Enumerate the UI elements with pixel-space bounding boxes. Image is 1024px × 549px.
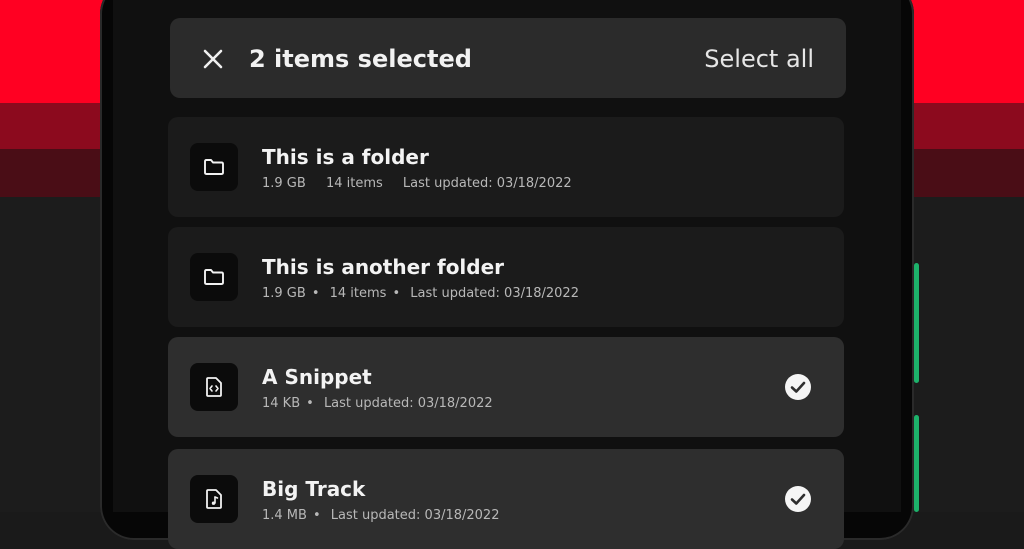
item-title: This is a folder <box>262 145 429 169</box>
meta-separator: • <box>306 396 314 411</box>
green-accent-bar <box>914 415 919 512</box>
check-circle-icon[interactable] <box>784 485 812 513</box>
item-size: 1.9 GB <box>262 176 306 191</box>
list-item-selected[interactable]: A Snippet 14 KB • Last updated: 03/18/202… <box>168 337 844 437</box>
item-meta: 1.9 GB 14 items Last updated: 03/18/2022 <box>262 175 588 193</box>
item-meta: 1.4 MB • Last updated: 03/18/2022 <box>262 507 515 525</box>
check-circle-icon[interactable] <box>784 373 812 401</box>
list-item-selected[interactable]: Big Track 1.4 MB • Last updated: 03/18/20… <box>168 449 844 549</box>
item-icon-container <box>190 363 238 411</box>
code-file-icon <box>206 377 222 397</box>
music-file-icon <box>206 489 222 509</box>
item-icon-container <box>190 143 238 191</box>
item-updated: Last updated: 03/18/2022 <box>410 286 579 301</box>
item-count: 14 items <box>325 176 383 191</box>
meta-separator: • <box>312 508 321 523</box>
green-accent-bar <box>914 263 919 383</box>
item-icon-container <box>190 475 238 523</box>
item-updated: Last updated: 03/18/2022 <box>402 176 572 191</box>
selected-count-label: 2 items selected <box>249 45 472 73</box>
select-all-button[interactable]: Select all <box>704 42 814 76</box>
item-title: Big Track <box>262 477 366 501</box>
list-item[interactable]: This is a folder 1.9 GB 14 items Last up… <box>168 117 844 217</box>
item-title: A Snippet <box>262 365 372 389</box>
folder-icon <box>204 269 224 285</box>
item-size: 1.9 GB <box>262 286 306 301</box>
item-meta: 1.9 GB • 14 items • Last updated: 03/18/20… <box>262 285 595 303</box>
item-size: 1.4 MB <box>262 508 307 523</box>
meta-separator: • <box>311 286 320 301</box>
item-updated: Last updated: 03/18/2022 <box>323 396 493 411</box>
item-size: 14 KB <box>262 396 301 411</box>
item-updated: Last updated: 03/18/2022 <box>330 508 500 523</box>
meta-separator: • <box>392 286 401 301</box>
close-icon[interactable] <box>200 46 226 72</box>
item-meta: 14 KB • Last updated: 03/18/2022 <box>262 395 509 413</box>
item-title: This is another folder <box>262 255 505 279</box>
folder-icon <box>204 159 224 175</box>
item-count: 14 items <box>329 286 387 301</box>
item-icon-container <box>190 253 238 301</box>
list-item[interactable]: This is another folder 1.9 GB • 14 items •… <box>168 227 844 327</box>
